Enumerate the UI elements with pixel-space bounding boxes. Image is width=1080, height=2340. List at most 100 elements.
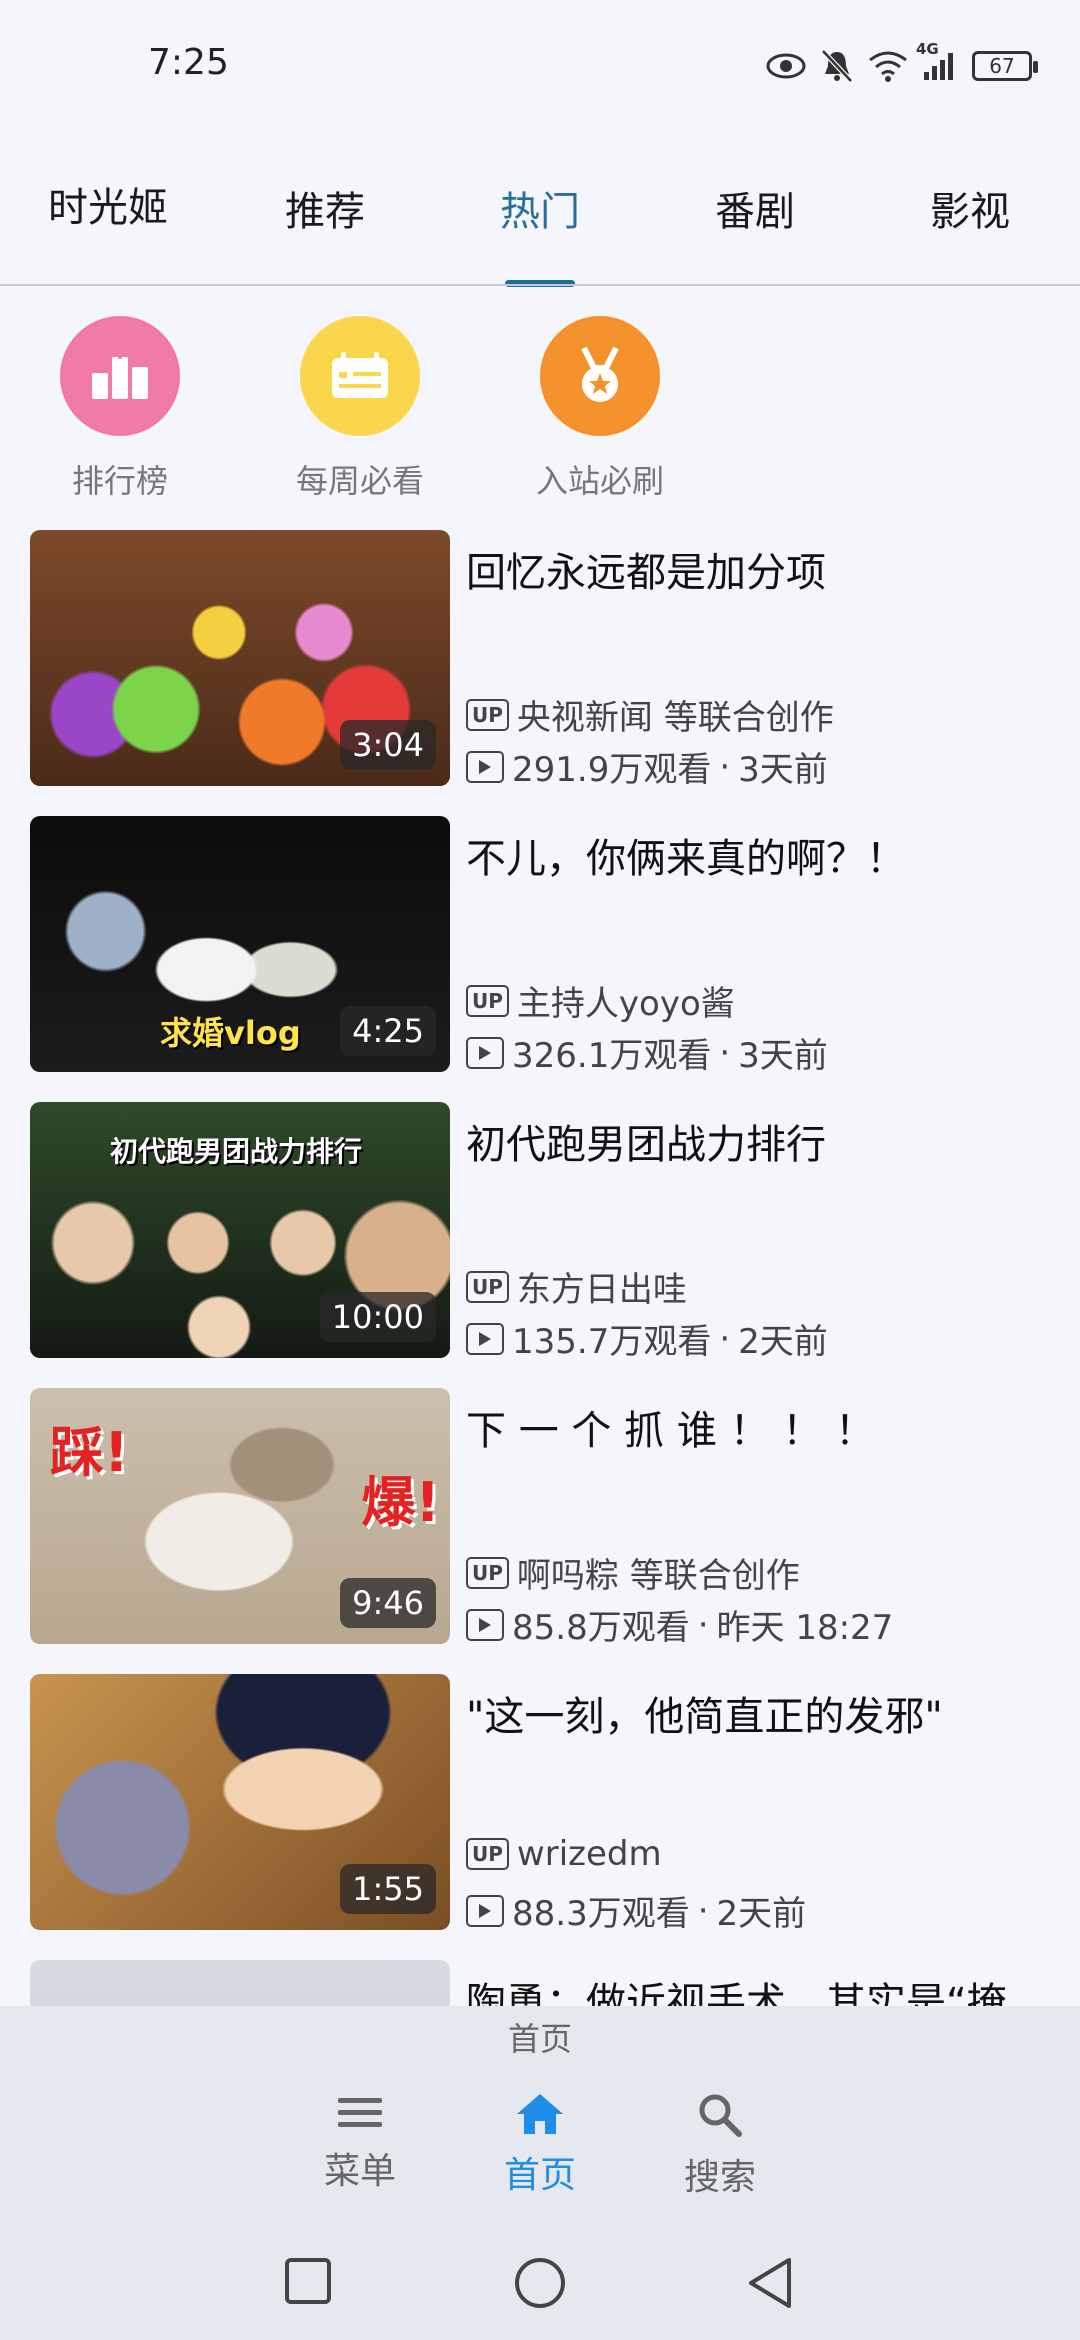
play-count-icon — [466, 1894, 504, 1927]
publish-time: 昨天 18:27 — [716, 1608, 894, 1648]
uploader-name: 主持人yoyo酱 — [516, 984, 735, 1024]
play-count-icon — [466, 750, 504, 783]
nav-search[interactable]: 搜索 — [650, 2092, 790, 2200]
status-time: 7:25 — [148, 42, 229, 83]
up-icon: UP — [466, 1270, 509, 1303]
video-title[interactable]: 下 一 个 抓 谁 ！ ！ ！ — [466, 1398, 1060, 1456]
video-duration: 9:46 — [340, 1578, 436, 1628]
publish-time: 2天前 — [738, 1322, 828, 1362]
up-icon: UP — [466, 984, 509, 1017]
view-count: 85.8万观看 — [512, 1608, 690, 1648]
tab-movies[interactable]: 影视 — [895, 130, 1045, 286]
thumbnail-caption: 求婚vlog — [160, 1014, 301, 1052]
nav-label: 搜索 — [683, 2157, 756, 2198]
uploader-name: wrizedm — [516, 1834, 662, 1874]
thumbnail-caption-right: 爆! — [361, 1471, 440, 1534]
quick-link-weekly[interactable]: 每周必看 — [270, 316, 450, 502]
video-thumbnail[interactable]: 初代跑男团战力排行 10:00 — [30, 1102, 450, 1358]
video-item[interactable]: 1:55 "这一刻，他简直正的发邪" UP wrizedm 88.3万观看 · … — [30, 1674, 1060, 1934]
uploader-name: 啊吗粽 等联合创作 — [516, 1556, 800, 1596]
back-triangle-icon[interactable] — [745, 2256, 795, 2314]
play-count-icon — [466, 1036, 504, 1069]
video-title[interactable]: "这一刻，他简直正的发邪" — [466, 1684, 1060, 1742]
wifi-icon — [868, 50, 908, 82]
video-title[interactable]: 回忆永远都是加分项 — [466, 540, 1060, 598]
nav-menu[interactable]: 菜单 — [290, 2092, 430, 2194]
video-stats: 291.9万观看 · 3天前 — [466, 742, 828, 791]
ranking-icon — [60, 316, 180, 436]
view-count: 135.7万观看 — [512, 1322, 712, 1362]
view-count: 326.1万观看 — [512, 1036, 712, 1076]
thumbnail-caption: 初代跑男团战力排行 — [110, 1135, 363, 1168]
video-item[interactable]: 踩! 爆! 9:46 下 一 个 抓 谁 ！ ！ ！ UP 啊吗粽 等联合创作 … — [30, 1388, 1060, 1648]
play-count-icon — [466, 1322, 504, 1355]
video-duration: 3:04 — [340, 720, 436, 770]
system-nav-bar — [0, 2236, 1080, 2336]
video-thumbnail[interactable]: 踩! 爆! 9:46 — [30, 1388, 450, 1644]
video-title[interactable]: 初代跑男团战力排行 — [466, 1112, 1060, 1170]
signal-icon: 4G — [916, 40, 958, 82]
video-thumbnail[interactable]: 3:04 — [30, 530, 450, 786]
up-icon: UP — [466, 1556, 509, 1589]
video-thumbnail[interactable]: 1:55 — [30, 1674, 450, 1930]
quick-link-ranking[interactable]: 排行榜 — [30, 316, 210, 502]
nav-home[interactable]: 首页 — [470, 2092, 610, 2198]
home-icon — [515, 2094, 565, 2140]
video-uploader[interactable]: UP wrizedm — [466, 1834, 662, 1874]
view-count: 88.3万观看 — [512, 1894, 690, 1934]
separator-dot: · — [697, 1890, 709, 1931]
nav-label: 菜单 — [323, 2151, 396, 2192]
home-circle-icon[interactable] — [513, 2256, 567, 2314]
publish-time: 3天前 — [738, 750, 828, 790]
quick-link-label: 排行榜 — [71, 462, 168, 500]
tab-anime[interactable]: 番剧 — [680, 130, 830, 286]
video-uploader[interactable]: UP 东方日出哇 — [466, 1262, 687, 1311]
video-item[interactable]: 3:04 回忆永远都是加分项 UP 央视新闻 等联合创作 291.9万观看 · … — [30, 530, 1060, 790]
quick-link-label: 每周必看 — [295, 462, 424, 500]
video-uploader[interactable]: UP 主持人yoyo酱 — [466, 976, 735, 1025]
eye-icon — [766, 52, 806, 80]
publish-time: 3天前 — [738, 1036, 828, 1076]
tab-divider — [0, 284, 1080, 286]
video-uploader[interactable]: UP 啊吗粽 等联合创作 — [466, 1548, 800, 1597]
mute-bell-icon — [820, 48, 854, 84]
video-item[interactable]: 求婚vlog 4:25 不儿，你俩来真的啊？！ UP 主持人yoyo酱 326.… — [30, 816, 1060, 1076]
thumbnail-caption-left: 踩! — [50, 1421, 129, 1484]
view-count: 291.9万观看 — [512, 750, 712, 790]
separator-dot: · — [719, 1032, 731, 1073]
video-duration: 10:00 — [319, 1292, 436, 1342]
menu-icon — [336, 2098, 384, 2136]
up-icon: UP — [466, 1838, 509, 1870]
weekly-calendar-icon — [300, 316, 420, 436]
publish-time: 2天前 — [716, 1894, 807, 1934]
status-bar: 7:25 4G 67 — [0, 0, 1080, 130]
separator-dot: · — [719, 746, 731, 787]
bottom-nav: 首页 菜单 首页 搜索 — [0, 2006, 1080, 2340]
tab-shiguangji[interactable]: 时光姬 — [40, 130, 176, 286]
search-icon — [697, 2094, 743, 2142]
tab-recommend[interactable]: 推荐 — [250, 130, 400, 286]
tab-hot[interactable]: 热门 — [465, 130, 615, 286]
video-uploader[interactable]: UP 央视新闻 等联合创作 — [466, 690, 834, 739]
play-count-icon — [466, 1608, 504, 1641]
network-type: 4G — [916, 40, 939, 58]
video-item[interactable]: 初代跑男团战力排行 10:00 初代跑男团战力排行 UP 东方日出哇 135.7… — [30, 1102, 1060, 1362]
uploader-name: 央视新闻 等联合创作 — [516, 698, 834, 738]
nav-label: 首页 — [503, 2155, 576, 2196]
video-stats: 135.7万观看 · 2天前 — [466, 1314, 828, 1363]
quick-links: 排行榜 每周必看 入站必刷 — [0, 316, 1080, 506]
medal-icon — [540, 316, 660, 436]
top-tabs: 时光姬 推荐 热门 番剧 影视 — [0, 130, 1080, 287]
separator-dot: · — [697, 1604, 709, 1645]
video-duration: 4:25 — [340, 1006, 436, 1056]
video-duration: 1:55 — [340, 1864, 436, 1914]
battery-icon: 67 — [972, 51, 1038, 81]
up-icon: UP — [466, 698, 509, 731]
video-thumbnail[interactable]: 求婚vlog 4:25 — [30, 816, 450, 1072]
quick-link-label: 入站必刷 — [535, 462, 664, 500]
video-stats: 88.3万观看 · 2天前 — [466, 1886, 806, 1935]
separator-dot: · — [719, 1318, 731, 1359]
quick-link-must-watch[interactable]: 入站必刷 — [510, 316, 690, 502]
video-title[interactable]: 不儿，你俩来真的啊？！ — [466, 826, 1060, 884]
recent-apps-icon[interactable] — [283, 2256, 333, 2310]
